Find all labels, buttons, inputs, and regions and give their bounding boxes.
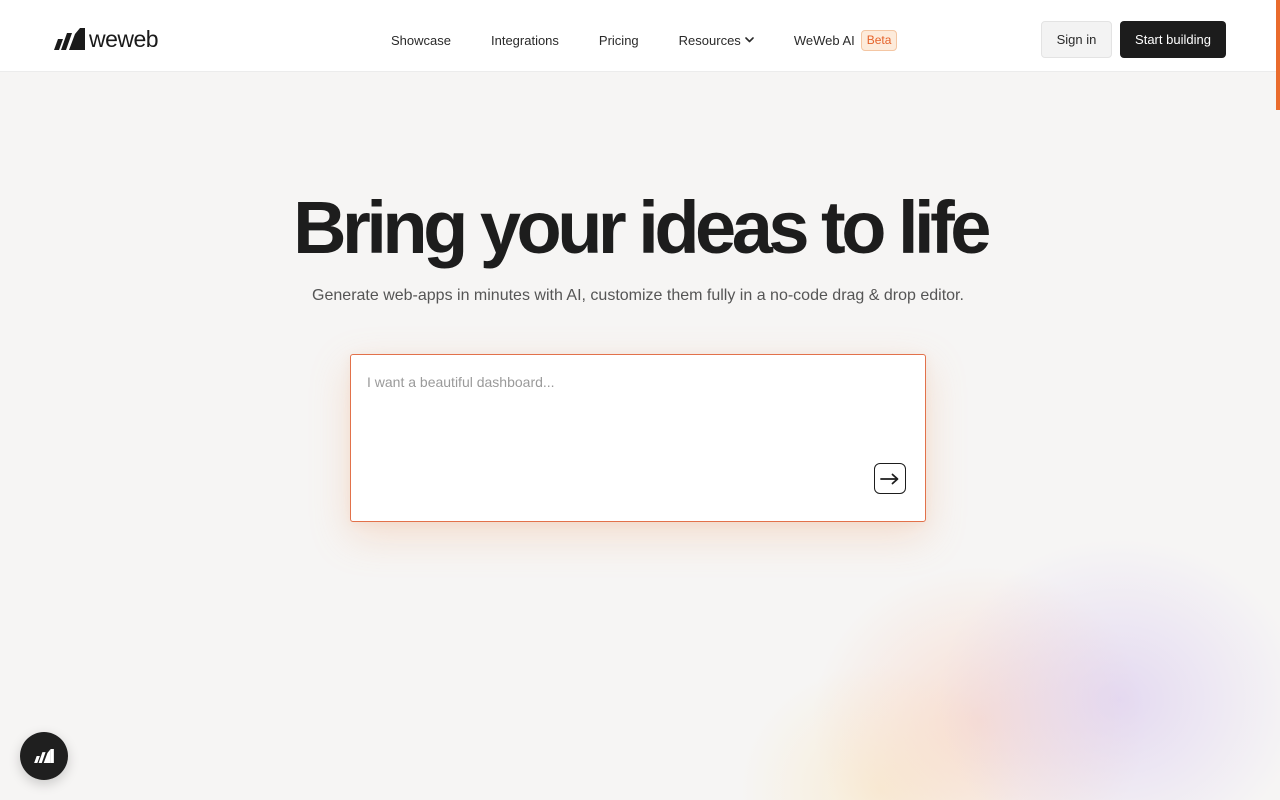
hero-title: Bring your ideas to life [293,186,991,269]
arrow-right-icon [880,473,899,484]
nav-showcase[interactable]: Showcase [391,33,451,48]
weweb-chat-icon [34,749,54,763]
prompt-input[interactable] [367,373,907,453]
chevron-down-icon [745,37,754,43]
start-building-button[interactable]: Start building [1120,21,1226,58]
submit-prompt-button[interactable] [874,463,906,494]
sign-in-button[interactable]: Sign in [1041,21,1112,58]
nav-resources-label: Resources [678,32,741,48]
ai-prompt-box [350,354,926,522]
scrollbar-thumb[interactable] [1276,0,1280,110]
nav-pricing[interactable]: Pricing [599,33,639,48]
nav-integrations[interactable]: Integrations [491,33,559,48]
brand-logo[interactable]: weweb [54,26,159,52]
nav-weweb-ai-label: WeWeb AI [793,32,855,48]
nav-weweb-ai[interactable]: WeWeb AI Beta [793,29,898,51]
weweb-logo-icon [54,28,85,50]
hero-subtitle: Generate web-apps in minutes with AI, cu… [312,287,964,304]
top-navbar: weweb Showcase Integrations Pricing Reso… [0,0,1276,72]
nav-resources[interactable]: Resources [679,33,754,48]
beta-badge: Beta [860,29,898,51]
main-nav: Showcase Integrations Pricing Resources … [391,29,898,51]
brand-name: weweb [89,26,159,52]
chat-launcher-button[interactable] [20,732,68,780]
